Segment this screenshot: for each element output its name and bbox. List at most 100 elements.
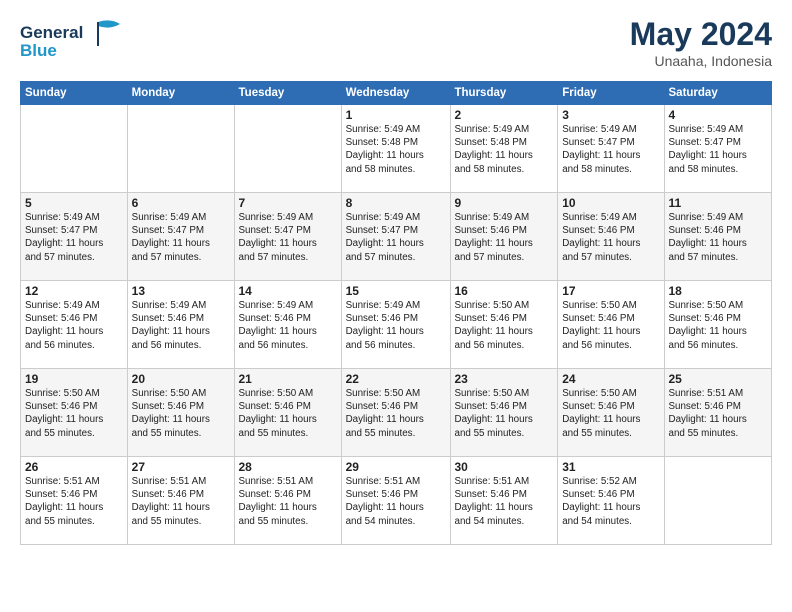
calendar-cell [127, 105, 234, 193]
calendar-cell: 8Sunrise: 5:49 AMSunset: 5:47 PMDaylight… [341, 193, 450, 281]
day-info: Sunrise: 5:50 AMSunset: 5:46 PMDaylight:… [239, 387, 337, 440]
weekday-monday: Monday [127, 82, 234, 105]
day-info: Sunrise: 5:50 AMSunset: 5:46 PMDaylight:… [669, 299, 768, 352]
calendar-cell: 3Sunrise: 5:49 AMSunset: 5:47 PMDaylight… [558, 105, 664, 193]
day-number: 5 [25, 196, 123, 210]
logo-text: General Blue [20, 16, 130, 67]
day-info: Sunrise: 5:49 AMSunset: 5:47 PMDaylight:… [562, 123, 659, 176]
day-info: Sunrise: 5:49 AMSunset: 5:47 PMDaylight:… [132, 211, 230, 264]
day-info: Sunrise: 5:49 AMSunset: 5:46 PMDaylight:… [132, 299, 230, 352]
calendar-cell: 29Sunrise: 5:51 AMSunset: 5:46 PMDayligh… [341, 457, 450, 545]
day-number: 14 [239, 284, 337, 298]
calendar-cell: 13Sunrise: 5:49 AMSunset: 5:46 PMDayligh… [127, 281, 234, 369]
calendar-cell: 31Sunrise: 5:52 AMSunset: 5:46 PMDayligh… [558, 457, 664, 545]
day-info: Sunrise: 5:51 AMSunset: 5:46 PMDaylight:… [25, 475, 123, 528]
day-info: Sunrise: 5:51 AMSunset: 5:46 PMDaylight:… [132, 475, 230, 528]
day-info: Sunrise: 5:50 AMSunset: 5:46 PMDaylight:… [455, 387, 554, 440]
day-number: 18 [669, 284, 768, 298]
calendar-cell: 17Sunrise: 5:50 AMSunset: 5:46 PMDayligh… [558, 281, 664, 369]
day-number: 17 [562, 284, 659, 298]
day-info: Sunrise: 5:51 AMSunset: 5:46 PMDaylight:… [239, 475, 337, 528]
day-info: Sunrise: 5:49 AMSunset: 5:47 PMDaylight:… [239, 211, 337, 264]
week-row-5: 26Sunrise: 5:51 AMSunset: 5:46 PMDayligh… [21, 457, 772, 545]
day-number: 3 [562, 108, 659, 122]
day-info: Sunrise: 5:50 AMSunset: 5:46 PMDaylight:… [25, 387, 123, 440]
calendar-cell: 11Sunrise: 5:49 AMSunset: 5:46 PMDayligh… [664, 193, 772, 281]
calendar: SundayMondayTuesdayWednesdayThursdayFrid… [20, 81, 772, 545]
day-number: 16 [455, 284, 554, 298]
day-info: Sunrise: 5:49 AMSunset: 5:46 PMDaylight:… [346, 299, 446, 352]
calendar-cell [234, 105, 341, 193]
day-info: Sunrise: 5:51 AMSunset: 5:46 PMDaylight:… [346, 475, 446, 528]
svg-text:General: General [20, 23, 83, 42]
day-info: Sunrise: 5:52 AMSunset: 5:46 PMDaylight:… [562, 475, 659, 528]
day-number: 10 [562, 196, 659, 210]
calendar-cell: 14Sunrise: 5:49 AMSunset: 5:46 PMDayligh… [234, 281, 341, 369]
weekday-wednesday: Wednesday [341, 82, 450, 105]
calendar-cell [21, 105, 128, 193]
weekday-saturday: Saturday [664, 82, 772, 105]
week-row-1: 1 Sunrise: 5:49 AMSunset: 5:48 PMDaylight… [21, 105, 772, 193]
calendar-cell: 4Sunrise: 5:49 AMSunset: 5:47 PMDaylight… [664, 105, 772, 193]
calendar-cell: 24Sunrise: 5:50 AMSunset: 5:46 PMDayligh… [558, 369, 664, 457]
week-row-3: 12Sunrise: 5:49 AMSunset: 5:46 PMDayligh… [21, 281, 772, 369]
calendar-cell: 1Sunrise: 5:49 AMSunset: 5:48 PMDaylight… [341, 105, 450, 193]
day-info: Sunrise: 5:49 AMSunset: 5:47 PMDaylight:… [669, 123, 768, 176]
day-info: Sunrise: 5:50 AMSunset: 5:46 PMDaylight:… [562, 387, 659, 440]
calendar-cell: 26Sunrise: 5:51 AMSunset: 5:46 PMDayligh… [21, 457, 128, 545]
day-number: 15 [346, 284, 446, 298]
day-number: 8 [346, 196, 446, 210]
day-number: 28 [239, 460, 337, 474]
calendar-cell: 7Sunrise: 5:49 AMSunset: 5:47 PMDaylight… [234, 193, 341, 281]
week-row-2: 5Sunrise: 5:49 AMSunset: 5:47 PMDaylight… [21, 193, 772, 281]
day-number: 24 [562, 372, 659, 386]
day-number: 26 [25, 460, 123, 474]
day-info: Sunrise: 5:49 AMSunset: 5:47 PMDaylight:… [346, 211, 446, 264]
day-info: Sunrise: 5:49 AMSunset: 5:46 PMDaylight:… [455, 211, 554, 264]
day-number: 20 [132, 372, 230, 386]
day-info: Sunrise: 5:50 AMSunset: 5:46 PMDaylight:… [132, 387, 230, 440]
calendar-cell: 9Sunrise: 5:49 AMSunset: 5:46 PMDaylight… [450, 193, 558, 281]
location: Unaaha, Indonesia [630, 53, 772, 69]
calendar-cell: 2Sunrise: 5:49 AMSunset: 5:48 PMDaylight… [450, 105, 558, 193]
weekday-header-row: SundayMondayTuesdayWednesdayThursdayFrid… [21, 82, 772, 105]
calendar-cell: 18Sunrise: 5:50 AMSunset: 5:46 PMDayligh… [664, 281, 772, 369]
day-number: 2 [455, 108, 554, 122]
day-number: 12 [25, 284, 123, 298]
day-info: Sunrise: 5:49 AMSunset: 5:46 PMDaylight:… [669, 211, 768, 264]
calendar-cell [664, 457, 772, 545]
calendar-cell: 22Sunrise: 5:50 AMSunset: 5:46 PMDayligh… [341, 369, 450, 457]
logo: General Blue [20, 16, 130, 67]
calendar-cell: 12Sunrise: 5:49 AMSunset: 5:46 PMDayligh… [21, 281, 128, 369]
day-info: Sunrise: 5:50 AMSunset: 5:46 PMDaylight:… [562, 299, 659, 352]
calendar-cell: 5Sunrise: 5:49 AMSunset: 5:47 PMDaylight… [21, 193, 128, 281]
calendar-cell: 23Sunrise: 5:50 AMSunset: 5:46 PMDayligh… [450, 369, 558, 457]
day-number: 1 [346, 108, 446, 122]
day-number: 9 [455, 196, 554, 210]
page: General Blue May 2024 Unaaha, Indonesia … [0, 0, 792, 555]
calendar-cell: 19Sunrise: 5:50 AMSunset: 5:46 PMDayligh… [21, 369, 128, 457]
day-number: 29 [346, 460, 446, 474]
calendar-cell: 20Sunrise: 5:50 AMSunset: 5:46 PMDayligh… [127, 369, 234, 457]
header: General Blue May 2024 Unaaha, Indonesia [20, 16, 772, 69]
day-number: 7 [239, 196, 337, 210]
calendar-cell: 27Sunrise: 5:51 AMSunset: 5:46 PMDayligh… [127, 457, 234, 545]
weekday-sunday: Sunday [21, 82, 128, 105]
calendar-cell: 21Sunrise: 5:50 AMSunset: 5:46 PMDayligh… [234, 369, 341, 457]
day-number: 19 [25, 372, 123, 386]
day-info: Sunrise: 5:51 AMSunset: 5:46 PMDaylight:… [455, 475, 554, 528]
day-info: Sunrise: 5:49 AMSunset: 5:48 PMDaylight:… [455, 123, 554, 176]
day-number: 11 [669, 196, 768, 210]
month-title: May 2024 [630, 16, 772, 53]
day-number: 21 [239, 372, 337, 386]
calendar-cell: 6Sunrise: 5:49 AMSunset: 5:47 PMDaylight… [127, 193, 234, 281]
day-info: Sunrise: 5:49 AMSunset: 5:46 PMDaylight:… [25, 299, 123, 352]
day-number: 30 [455, 460, 554, 474]
day-number: 13 [132, 284, 230, 298]
day-info: Sunrise: 5:49 AMSunset: 5:46 PMDaylight:… [562, 211, 659, 264]
day-number: 25 [669, 372, 768, 386]
day-info: Sunrise: 5:49 AMSunset: 5:47 PMDaylight:… [25, 211, 123, 264]
calendar-cell: 30Sunrise: 5:51 AMSunset: 5:46 PMDayligh… [450, 457, 558, 545]
day-number: 31 [562, 460, 659, 474]
title-block: May 2024 Unaaha, Indonesia [630, 16, 772, 69]
